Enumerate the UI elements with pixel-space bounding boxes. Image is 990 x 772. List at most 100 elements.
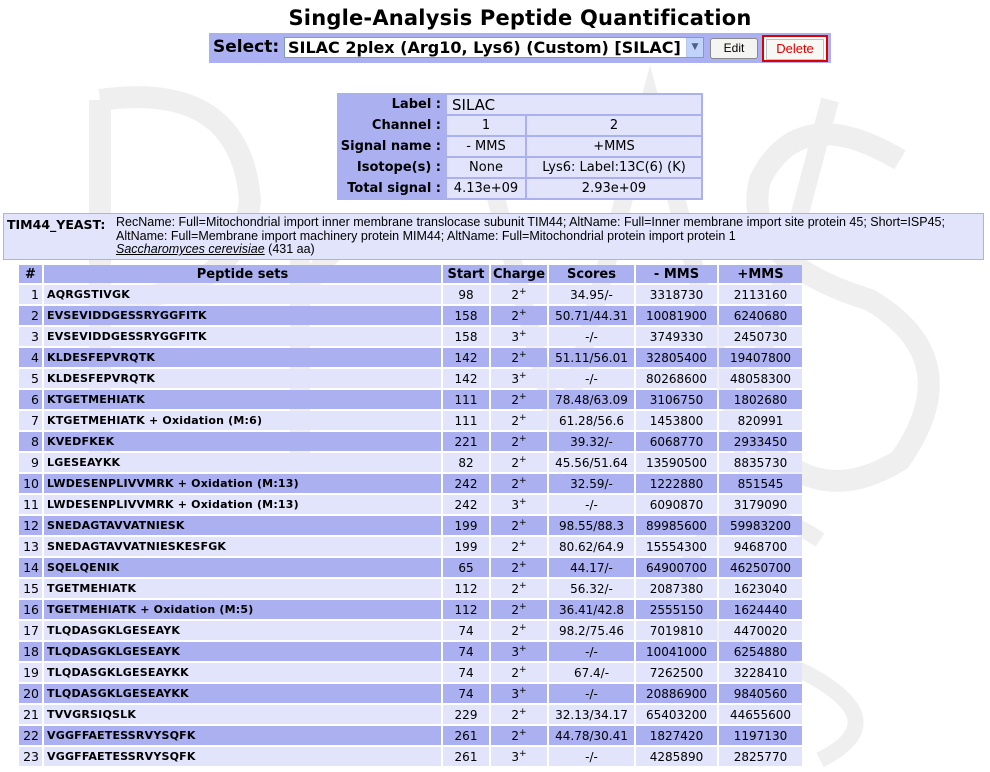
peptide-sequence-link[interactable]: VGGFFAETESSRVYSQFK — [44, 747, 441, 766]
edit-button[interactable]: Edit — [710, 38, 758, 59]
plus-mms-signal: 2933450 — [719, 432, 802, 451]
plus-mms-signal: 1624440 — [719, 600, 802, 619]
score-value: 80.62/64.9 — [549, 537, 634, 556]
charge-state: 2+ — [491, 348, 547, 367]
row-number: 15 — [19, 579, 42, 598]
plus-mms-signal: 8835730 — [719, 453, 802, 472]
peptide-sequence-link[interactable]: LGESEAYKK — [44, 453, 441, 472]
delete-button-label: Delete — [766, 39, 824, 60]
plus-mms-signal: 1802680 — [719, 390, 802, 409]
minus-mms-signal: 3318730 — [636, 285, 717, 304]
minus-mms-signal: 13590500 — [636, 453, 717, 472]
plus-mms-signal: 48058300 — [719, 369, 802, 388]
start-position: 142 — [443, 369, 489, 388]
charge-state: 2+ — [491, 579, 547, 598]
score-value: 36.41/42.8 — [549, 600, 634, 619]
peptide-sequence-link[interactable]: TGETMEHIATK + Oxidation (M:5) — [44, 600, 441, 619]
peptide-sequence-link[interactable]: KTGETMEHIATK — [44, 390, 441, 409]
col-header-charge: Charge — [491, 265, 547, 283]
plus-mms-signal: 2450730 — [719, 327, 802, 346]
score-value: 44.78/30.41 — [549, 726, 634, 745]
charge-value: 2 — [511, 624, 520, 638]
delete-button[interactable]: Delete — [762, 35, 828, 62]
row-number: 7 — [19, 411, 42, 430]
start-position: 74 — [443, 621, 489, 640]
table-row: 4 KLDESFEPVRQTK 142 2+ 51.11/56.01 32805400 19… — [19, 348, 802, 367]
peptide-sequence-link[interactable]: TGETMEHIATK — [44, 579, 441, 598]
score-value: 67.4/- — [549, 663, 634, 682]
charge-value: 3 — [511, 330, 520, 344]
peptide-sequence-link[interactable]: EVSEVIDDGESSRYGGFITK — [44, 327, 441, 346]
charge-value: 2 — [511, 456, 520, 470]
table-row: 20 TLQDASGKLGESEAYKK 74 3+ -/- 20886900 984056… — [19, 684, 802, 703]
score-value: 45.56/51.64 — [549, 453, 634, 472]
table-row: 12 SNEDAGTAVVATNIESK 199 2+ 98.55/88.3 899856… — [19, 516, 802, 535]
table-row: 13 SNEDAGTAVVATNIESKESFGK 199 2+ 80.62/64.9 1… — [19, 537, 802, 556]
minus-mms-signal: 15554300 — [636, 537, 717, 556]
chevron-down-icon[interactable]: ▼ — [686, 38, 703, 57]
score-value: -/- — [549, 495, 634, 514]
charge-value: 2 — [511, 582, 520, 596]
plus-mms-signal: 9468700 — [719, 537, 802, 556]
charge-plus-sign: + — [519, 287, 527, 297]
peptide-sequence-link[interactable]: AQRGSTIVGK — [44, 285, 441, 304]
plus-mms-signal: 2113160 — [719, 285, 802, 304]
peptide-sequence-link[interactable]: EVSEVIDDGESSRYGGFITK — [44, 306, 441, 325]
plus-mms-signal: 1197130 — [719, 726, 802, 745]
species-link[interactable]: Saccharomyces cerevisiae — [116, 242, 265, 256]
minus-mms-signal: 3106750 — [636, 390, 717, 409]
charge-plus-sign: + — [519, 686, 527, 696]
charge-value: 2 — [511, 666, 520, 680]
peptide-sequence-link[interactable]: LWDESENPLIVVMRK + Oxidation (M:13) — [44, 474, 441, 493]
table-row: 17 TLQDASGKLGESEAYK 74 2+ 98.2/75.46 7019810 4… — [19, 621, 802, 640]
peptide-sequence-link[interactable]: SNEDAGTAVVATNIESK — [44, 516, 441, 535]
row-number: 21 — [19, 705, 42, 724]
score-value: 50.71/44.31 — [549, 306, 634, 325]
label-info-table: Label : SILAC Channel : 1 2 Signal name … — [337, 93, 703, 200]
charge-plus-sign: + — [519, 581, 527, 591]
protein-accession[interactable]: TIM44_YEAST: — [7, 217, 105, 232]
peptide-sequence-link[interactable]: LWDESENPLIVVMRK + Oxidation (M:13) — [44, 495, 441, 514]
score-value: 34.95/- — [549, 285, 634, 304]
charge-plus-sign: + — [519, 497, 527, 507]
row-number: 17 — [19, 621, 42, 640]
peptide-sequence-link[interactable]: TLQDASGKLGESEAYKK — [44, 684, 441, 703]
peptide-sequence-link[interactable]: TLQDASGKLGESEAYK — [44, 621, 441, 640]
peptide-sequence-link[interactable]: SQELQENIK — [44, 558, 441, 577]
channel-number: 1 — [445, 114, 527, 137]
score-value: 39.32/- — [549, 432, 634, 451]
peptide-sequence-link[interactable]: KTGETMEHIATK + Oxidation (M:6) — [44, 411, 441, 430]
quantification-select[interactable]: SILAC 2plex (Arg10, Lys6) (Custom) [SILA… — [284, 37, 704, 58]
peptide-sequence-link[interactable]: KVEDFKEK — [44, 432, 441, 451]
table-row: 2 EVSEVIDDGESSRYGGFITK 158 2+ 50.71/44.31 100… — [19, 306, 802, 325]
minus-mms-signal: 3749330 — [636, 327, 717, 346]
start-position: 229 — [443, 705, 489, 724]
peptide-sequence-link[interactable]: TLQDASGKLGESEAYK — [44, 642, 441, 661]
quantification-select-value: SILAC 2plex (Arg10, Lys6) (Custom) [SILA… — [288, 38, 681, 57]
charge-state: 2+ — [491, 600, 547, 619]
charge-value: 2 — [511, 351, 520, 365]
peptide-sequence-link[interactable]: VGGFFAETESSRVYSQFK — [44, 726, 441, 745]
charge-value: 2 — [511, 729, 520, 743]
plus-mms-signal: 1623040 — [719, 579, 802, 598]
table-row: 18 TLQDASGKLGESEAYK 74 3+ -/- 10041000 6254880 — [19, 642, 802, 661]
row-number: 16 — [19, 600, 42, 619]
score-value: 61.28/56.6 — [549, 411, 634, 430]
col-header-peptide-sets: Peptide sets — [44, 265, 441, 283]
peptide-sequence-link[interactable]: KLDESFEPVRQTK — [44, 369, 441, 388]
peptide-sequence-link[interactable]: TVVGRSIQSLK — [44, 705, 441, 724]
row-number: 8 — [19, 432, 42, 451]
peptide-sequence-link[interactable]: TLQDASGKLGESEAYKK — [44, 663, 441, 682]
plus-mms-signal: 46250700 — [719, 558, 802, 577]
charge-state: 2+ — [491, 474, 547, 493]
peptide-sequence-link[interactable]: SNEDAGTAVVATNIESKESFGK — [44, 537, 441, 556]
charge-value: 3 — [511, 687, 520, 701]
total-signal-value: 2.93e+09 — [525, 177, 703, 200]
peptide-sequence-link[interactable]: KLDESFEPVRQTK — [44, 348, 441, 367]
isotopes-header: Isotope(s) : — [337, 156, 447, 179]
protein-description-text: RecName: Full=Mitochondrial import inner… — [116, 215, 945, 243]
start-position: 261 — [443, 747, 489, 766]
charge-state: 2+ — [491, 663, 547, 682]
score-value: 32.13/34.17 — [549, 705, 634, 724]
start-position: 65 — [443, 558, 489, 577]
